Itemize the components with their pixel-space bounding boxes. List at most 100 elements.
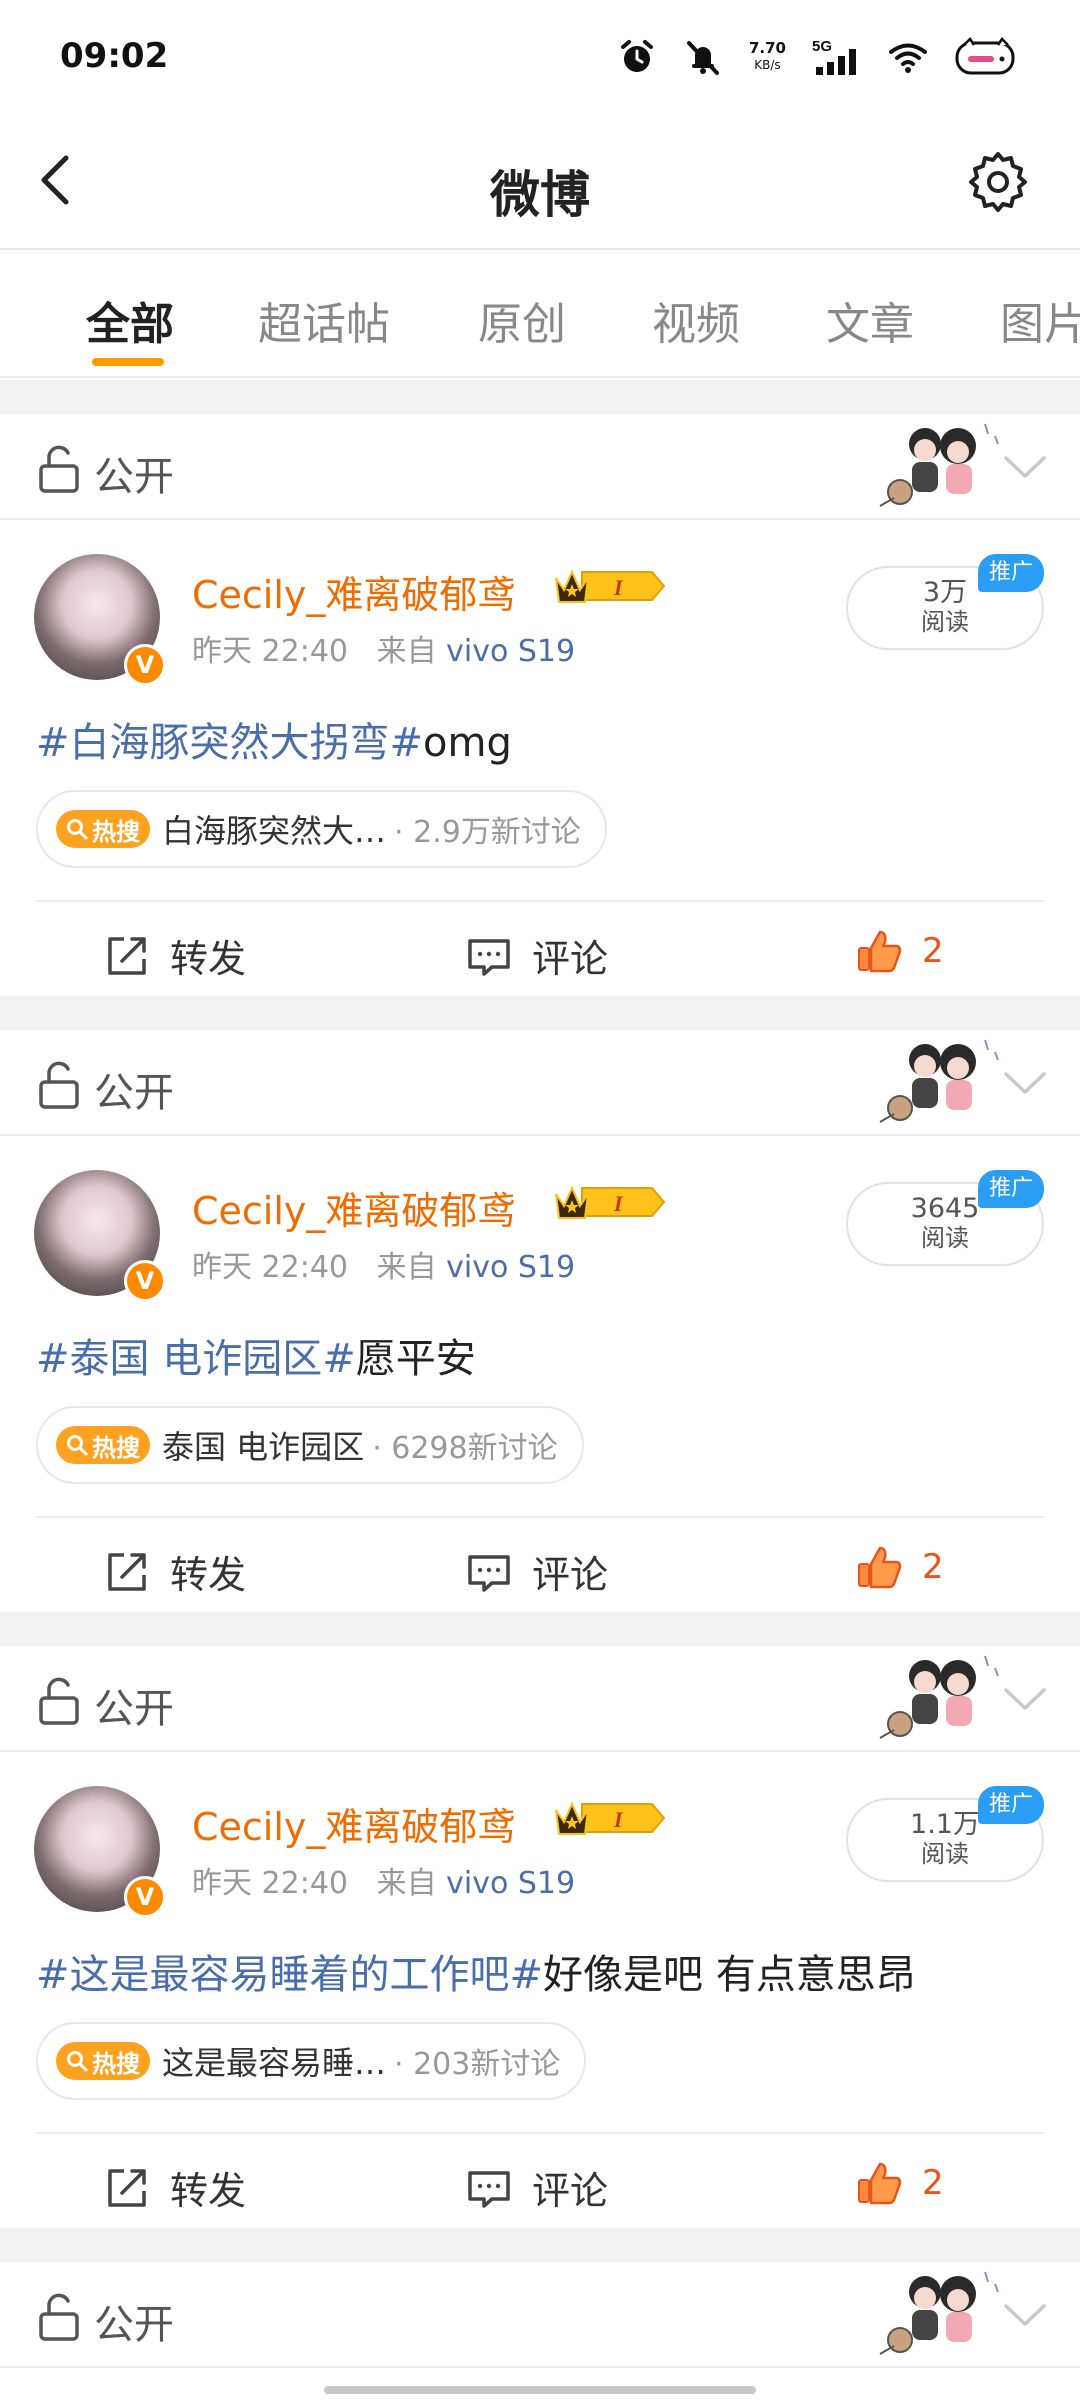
post-text: #泰国 电诈园区#愿平安 — [36, 1326, 476, 1384]
repost-button[interactable]: 转发 — [104, 1544, 246, 1599]
comment-button[interactable]: 评论 — [466, 2160, 608, 2215]
couple-sticker-icon — [879, 423, 999, 507]
tab-video[interactable]: 视频 — [652, 288, 740, 352]
visibility-row[interactable]: 公开 — [0, 2262, 1080, 2368]
post-time: 昨天 22:40 — [192, 634, 348, 669]
visibility-label: 公开 — [94, 454, 174, 500]
chevron-down-icon[interactable] — [1002, 452, 1048, 482]
like-button[interactable]: 2 — [856, 928, 944, 974]
member-crown-icon[interactable]: I — [552, 1180, 666, 1224]
like-count: 2 — [922, 2163, 944, 2203]
search-icon — [67, 2051, 88, 2072]
promote-button[interactable]: 推广 — [978, 1786, 1044, 1824]
unlock-icon — [39, 1677, 79, 1725]
username[interactable]: Cecily_难离破郁鸢 — [192, 564, 515, 619]
network-type: 5G — [812, 38, 832, 55]
avatar[interactable]: V — [34, 554, 166, 686]
unlock-icon — [39, 445, 79, 493]
hot-topic: 这是最容易睡… — [162, 2044, 387, 2082]
promote-button[interactable]: 推广 — [978, 1170, 1044, 1208]
post-text: #白海豚突然大拐弯#omg — [36, 710, 512, 768]
alarm-icon — [620, 40, 653, 72]
post-source[interactable]: vivo S19 — [446, 1250, 575, 1285]
hot-discussion-count: · 2.9万新讨论 — [394, 815, 581, 850]
read-label: 阅读 — [921, 608, 969, 636]
topic-link[interactable]: #这是最容易睡着的工作吧# — [36, 1952, 543, 1998]
member-crown-icon[interactable]: I — [552, 564, 666, 608]
username[interactable]: Cecily_难离破郁鸢 — [192, 1796, 515, 1851]
promote-button[interactable]: 推广 — [978, 554, 1044, 592]
post-source[interactable]: vivo S19 — [446, 634, 575, 669]
repost-icon — [108, 936, 146, 975]
unlock-icon — [39, 2293, 79, 2341]
hot-search-pill[interactable]: 热搜 这是最容易睡… · 203新讨论 — [36, 2022, 587, 2100]
feed-separator — [0, 380, 1080, 414]
repost-label: 转发 — [170, 2169, 247, 2213]
tab-supertopic[interactable]: 超话帖 — [258, 288, 390, 352]
visibility-row[interactable]: 公开 — [0, 414, 1080, 520]
page-title: 微博 — [490, 166, 590, 224]
thumbs-up-icon — [858, 1546, 902, 1589]
post-card: 公开 V Cecily_难离破郁鸢 I 昨天 22:40 来自 vivo S19… — [0, 1646, 1080, 2228]
status-time: 09:02 — [60, 36, 169, 76]
gear-icon[interactable] — [966, 150, 1030, 214]
repost-label: 转发 — [170, 937, 247, 981]
comment-button[interactable]: 评论 — [466, 1544, 608, 1599]
repost-button[interactable]: 转发 — [104, 2160, 246, 2215]
post-time: 昨天 22:40 — [192, 1866, 348, 1901]
like-count: 2 — [922, 1547, 944, 1587]
active-tab-indicator — [92, 358, 164, 366]
repost-icon — [108, 1552, 146, 1591]
visibility-label: 公开 — [94, 1686, 174, 1732]
like-button[interactable]: 2 — [856, 2160, 944, 2206]
unlock-icon — [39, 1061, 79, 1109]
username[interactable]: Cecily_难离破郁鸢 — [192, 1180, 515, 1235]
like-button[interactable]: 2 — [856, 1544, 944, 1590]
topic-link[interactable]: #白海豚突然大拐弯# — [36, 720, 423, 766]
tab-image[interactable]: 图片 — [1000, 288, 1080, 352]
signal-icon: 5G — [812, 38, 856, 75]
topic-link[interactable]: #泰国 电诈园区# — [36, 1336, 356, 1382]
post-card: 公开 V Cecily_难离破郁鸢 I 昨天 22:40 来自 vivo S19… — [0, 1030, 1080, 1612]
chevron-down-icon[interactable] — [1002, 1068, 1048, 1098]
battery-icon — [955, 37, 1015, 75]
chevron-down-icon[interactable] — [1002, 2300, 1048, 2330]
hot-topic: 白海豚突然大… — [162, 812, 387, 850]
feed-separator — [0, 2228, 1080, 2262]
filter-tabs: 全部 超话帖 原创 视频 文章 图片 — [0, 252, 1080, 378]
post-source[interactable]: vivo S19 — [446, 1866, 575, 1901]
post-source-prefix: 来自 — [376, 1866, 437, 1901]
post-card: 公开 V Cecily_难离破郁鸢 I 昨天 22:40 来自 vivo S19… — [0, 414, 1080, 996]
hot-search-pill[interactable]: 热搜 白海豚突然大… · 2.9万新讨论 — [36, 790, 607, 868]
member-crown-icon[interactable]: I — [552, 1796, 666, 1840]
svg-text:I: I — [613, 575, 624, 600]
hot-search-badge: 热搜 — [56, 810, 150, 848]
post-actions: 转发 评论 2 — [0, 2136, 1080, 2228]
avatar[interactable]: V — [34, 1170, 166, 1302]
visibility-label: 公开 — [94, 1070, 174, 1116]
net-speed-unit: KB/s — [754, 58, 781, 72]
tab-all[interactable]: 全部 — [86, 288, 174, 352]
comment-button[interactable]: 评论 — [466, 928, 608, 983]
comment-icon — [468, 1554, 510, 1592]
chevron-down-icon[interactable] — [1002, 1684, 1048, 1714]
post-text-body: 愿平安 — [355, 1336, 476, 1382]
couple-sticker-icon — [879, 2271, 999, 2355]
wifi-icon — [889, 43, 927, 73]
tab-original[interactable]: 原创 — [478, 288, 566, 352]
repost-button[interactable]: 转发 — [104, 928, 246, 983]
visibility-row[interactable]: 公开 — [0, 1646, 1080, 1752]
hot-badge-label: 热搜 — [92, 2049, 140, 2078]
hot-search-pill[interactable]: 热搜 泰国 电诈园区 · 6298新讨论 — [36, 1406, 584, 1484]
feed-separator — [0, 996, 1080, 1030]
tab-article[interactable]: 文章 — [826, 288, 914, 352]
home-indicator[interactable] — [324, 2386, 756, 2394]
visibility-row[interactable]: 公开 — [0, 1030, 1080, 1136]
divider — [36, 2132, 1044, 2134]
search-icon — [67, 819, 88, 840]
couple-sticker-icon — [879, 1039, 999, 1123]
divider — [36, 1516, 1044, 1518]
avatar[interactable]: V — [34, 1786, 166, 1918]
read-label: 阅读 — [921, 1840, 969, 1868]
net-speed-value: 7.70 — [748, 39, 786, 57]
